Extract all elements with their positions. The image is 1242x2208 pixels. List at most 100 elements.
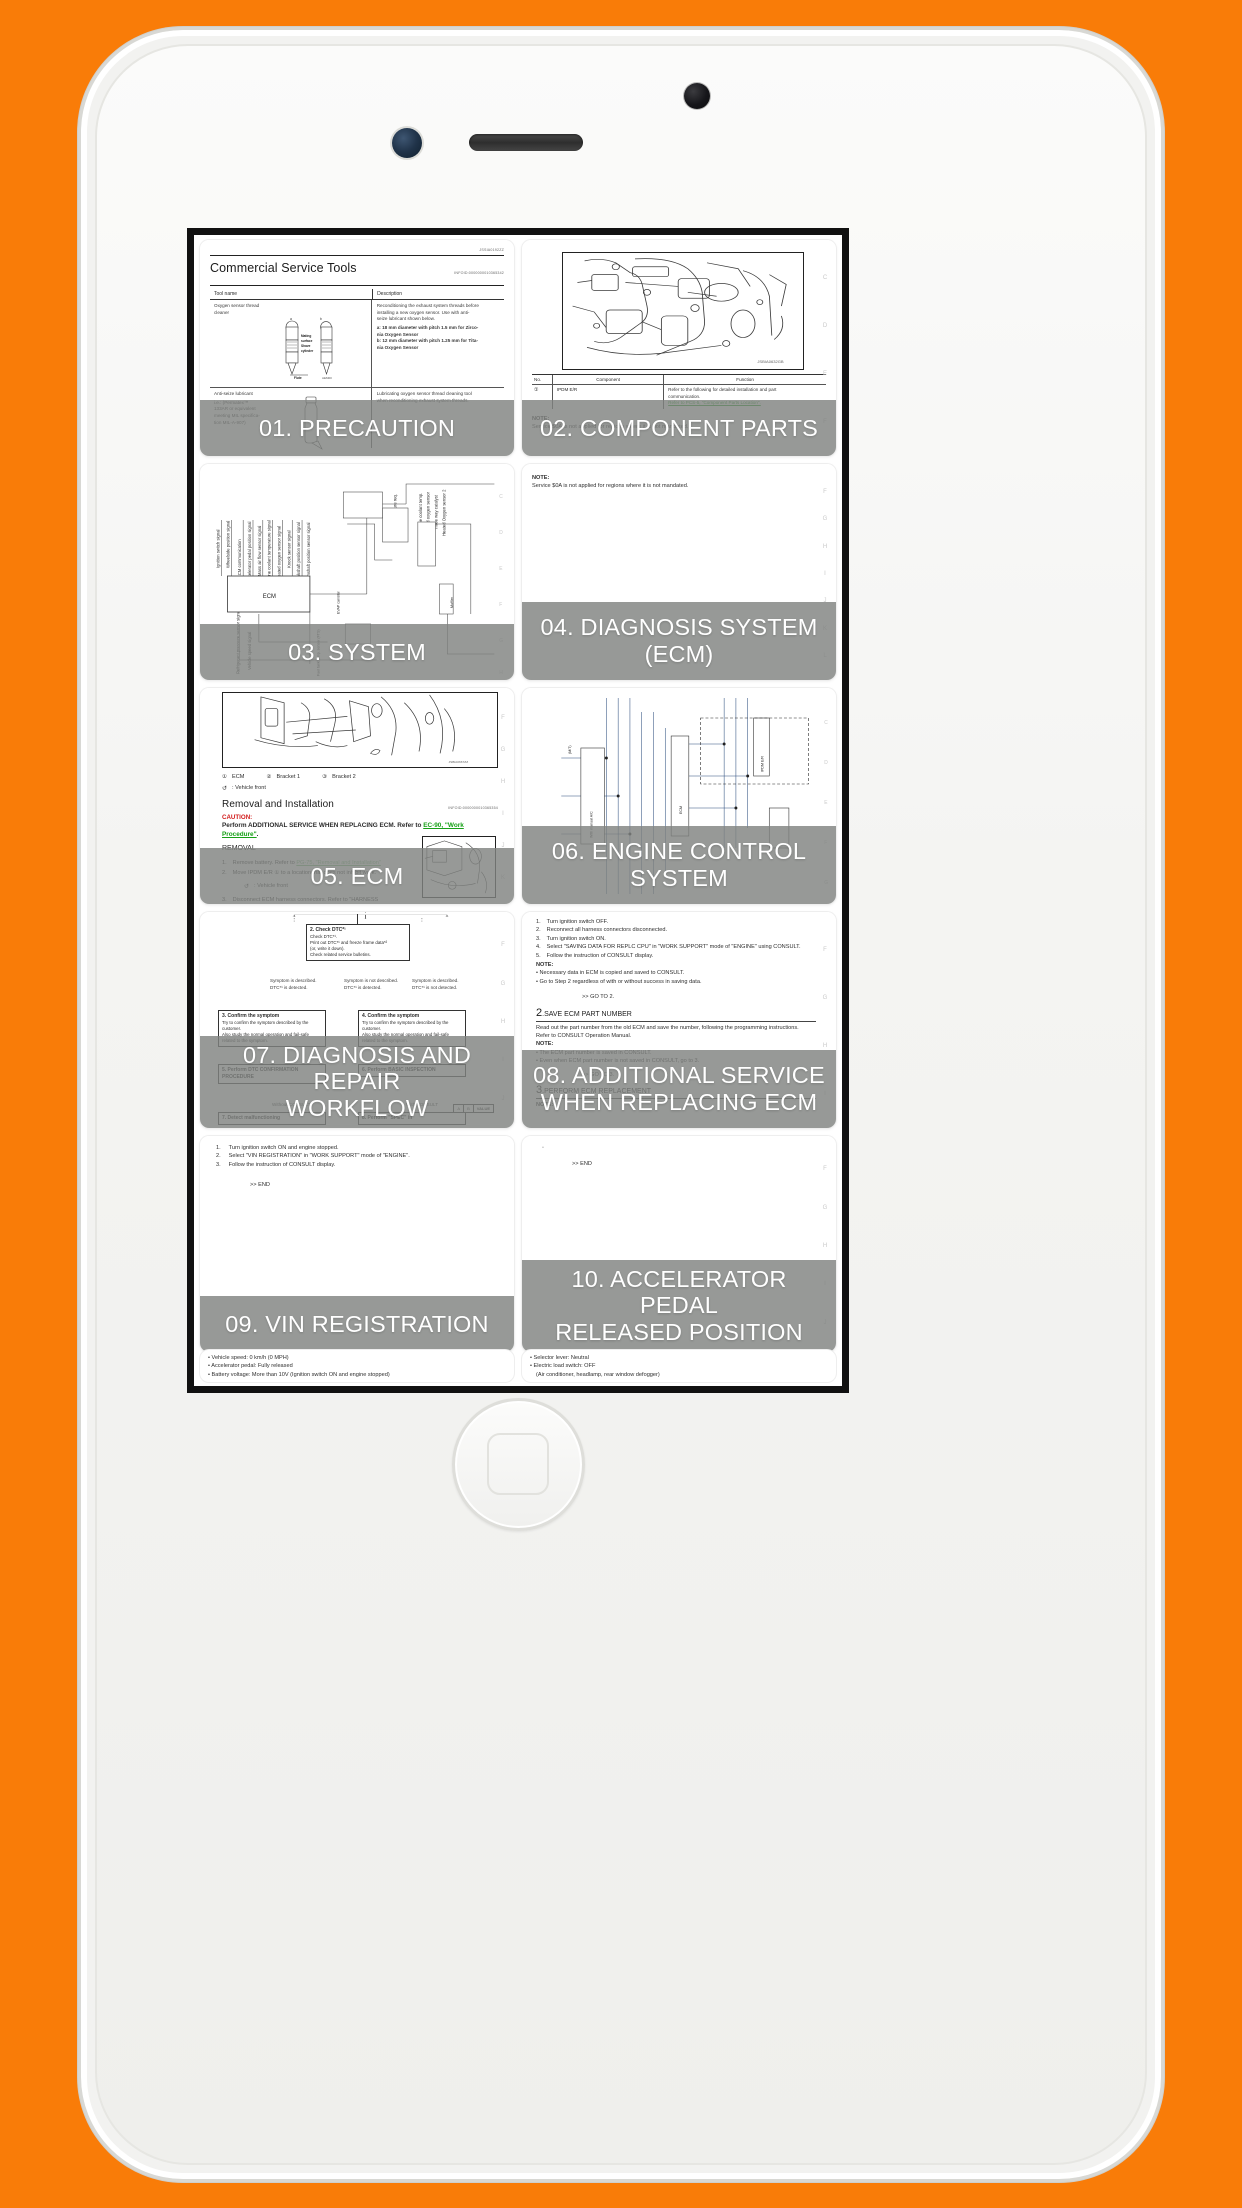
- section-card-01-precaution[interactable]: JSSIA0192ZZ Commercial Service Tools INF…: [200, 240, 514, 456]
- card-label-10[interactable]: 10. ACCELERATOR PEDAL RELEASED POSITION: [522, 1259, 836, 1352]
- card-label-09[interactable]: 09. VIN REGISTRATION: [200, 1296, 514, 1352]
- card-label-text-06: 06. ENGINE CONTROL SYSTEM: [552, 838, 806, 892]
- wp-step2-body-2: Refer to CONSULT Operation Manual.: [536, 1032, 632, 1039]
- vehicle-front-arrow-icon: ↺: [222, 786, 228, 793]
- rail-letter: H: [822, 543, 828, 550]
- home-button-inner-square: [487, 1433, 549, 1495]
- svg-text:surface: surface: [301, 339, 313, 343]
- wp-note-2: • Go to Step 2 regardless of with or wit…: [536, 978, 702, 985]
- section-card-06-engine-control-system[interactable]: ECM IPDM E/R With manual A/C (M/T) C D E…: [522, 688, 836, 904]
- wp-step-3: Turn ignition switch ON.: [546, 935, 606, 942]
- wp-step-4: Select "SAVING DATA FOR REPLC CPU" in "W…: [546, 944, 801, 951]
- vin-step-2: Select "VIN REGISTRATION" in "WORK SUPPO…: [228, 1153, 410, 1160]
- flow-title-3: 3. Confirm the symptom: [222, 1013, 280, 1019]
- flow-line: Try to confirm the symptom described by …: [222, 1019, 309, 1025]
- svg-text:Muffler: Muffler: [450, 596, 454, 608]
- card-label-line: 08. ADDITIONAL SERVICE: [533, 1062, 825, 1089]
- svg-text:Knock sensor signal: Knock sensor signal: [286, 530, 291, 568]
- svg-text:C: C: [824, 720, 828, 726]
- legend-text-1: ECM: [232, 774, 245, 780]
- figure-code-02: JSBIA0632GB: [757, 360, 784, 364]
- svg-text:E: E: [824, 800, 828, 806]
- card-label-line: 04. DIAGNOSIS SYSTEM: [540, 614, 818, 641]
- col-no: No.: [534, 377, 542, 382]
- edge-line: DTC*¹ is detected.: [344, 984, 382, 990]
- desc2-plain-1: Lubricating oxygen sensor thread cleanin…: [376, 391, 472, 396]
- section-card-08-additional-service-when-replacing-ecm[interactable]: 1. Turn ignition switch OFF. 2. Reconnect …: [522, 912, 836, 1128]
- strip-bullet-text: Battery voltage: More than 10V (Ignition…: [211, 1371, 390, 1378]
- card-label-06[interactable]: 06. ENGINE CONTROL SYSTEM: [522, 826, 836, 904]
- next-row-partial-cards: • Vehicle speed: 0 km/h (0 MPH) • Accele…: [194, 1350, 842, 1386]
- section-card-09-vin-registration[interactable]: 1. Turn ignition switch ON and engine sto…: [200, 1136, 514, 1352]
- wp-step-1: Turn ignition switch OFF.: [546, 919, 609, 925]
- edge-line: Symptom is not described.: [344, 978, 399, 983]
- wp-step2-note-label: NOTE:: [536, 1041, 554, 1048]
- rail-letter: I: [502, 811, 504, 817]
- rail-letter: F: [501, 715, 505, 721]
- home-button[interactable]: [452, 1398, 585, 1531]
- svg-text:Wheelside position signal: Wheelside position signal: [225, 521, 230, 568]
- card-label-05[interactable]: 05. ECM: [200, 848, 514, 904]
- card-label-text-02: 02. COMPONENT PARTS: [539, 414, 819, 441]
- card-label-01[interactable]: 01. PRECAUTION: [200, 400, 514, 456]
- card-label-text-09: 09. VIN REGISTRATION: [225, 1310, 489, 1337]
- card-label-text-03: 03. SYSTEM: [288, 638, 426, 665]
- card-label-02[interactable]: 02. COMPONENT PARTS: [522, 400, 836, 456]
- earpiece-speaker-icon: [469, 134, 583, 151]
- apr-end-marker: >> END: [572, 1161, 592, 1168]
- note-label-04: NOTE:: [532, 475, 550, 481]
- svg-text:Ignition switch signal: Ignition switch signal: [216, 529, 221, 568]
- svg-text:ECM communication: ECM communication: [237, 539, 242, 578]
- rail-letter: G: [500, 980, 506, 987]
- document-infoid-01: INFOID:0000000010365342: [454, 271, 504, 275]
- edge-line: Symptom is described.: [270, 978, 317, 983]
- svg-text:cylinder: cylinder: [301, 349, 314, 353]
- strip-bullet-r3: (Air conditioner, headlamp, rear window …: [536, 1371, 660, 1378]
- tool-name-row2-l0: Anti-seize lubricant: [214, 391, 253, 396]
- strip-bullet-text: Vehicle speed: 0 km/h (0 MPH): [211, 1355, 289, 1361]
- section-card-07-diagnosis-and-repair-workflow[interactable]: 2. Check DTC*¹ Check DTC*¹. Print out DT…: [200, 912, 514, 1128]
- flow-line: Try to confirm the symptom described by …: [362, 1019, 449, 1025]
- svg-text:Mass air flow sensor signal: Mass air flow sensor signal: [257, 526, 262, 576]
- rail-letter: F: [823, 1166, 827, 1173]
- legend-marker-1: ①: [222, 774, 228, 780]
- rail-letter: I: [824, 570, 826, 577]
- proximity-sensor-icon: [392, 128, 422, 158]
- svg-text:C: C: [499, 494, 503, 500]
- strip-bullet-l2: • Accelerator pedal: Fully released: [208, 1363, 293, 1370]
- card-label-line: 10. ACCELERATOR PEDAL: [571, 1265, 787, 1319]
- document-section-grid: JSSIA0192ZZ Commercial Service Tools INF…: [194, 235, 842, 1386]
- card-label-07[interactable]: 07. DIAGNOSIS AND REPAIR WORKFLOW: [200, 1035, 514, 1128]
- desc-plain-3: seize lubricant shown below.: [376, 316, 435, 322]
- phone-device-frame: JSSIA0192ZZ Commercial Service Tools INF…: [78, 27, 1164, 2182]
- figure-code-01: JSSIA0192ZZ: [479, 248, 504, 252]
- section-card-02-component-parts[interactable]: JSBIA0632GB No. Component Function ① IPD…: [522, 240, 836, 456]
- wp-note-text-1: Necessary data in ECM is copied and save…: [539, 970, 685, 977]
- section-card-03-system[interactable]: Ignition switch signal Wheelside positio…: [200, 464, 514, 680]
- row-func-l0: Refer to the following for detailed inst…: [668, 387, 777, 392]
- partial-card-left[interactable]: • Vehicle speed: 0 km/h (0 MPH) • Accele…: [200, 1350, 514, 1382]
- wp-step2-body-1: Read out the part number from the old EC…: [536, 1024, 799, 1031]
- card-label-04[interactable]: 04. DIAGNOSIS SYSTEM (ECM): [522, 602, 836, 680]
- card-label-08[interactable]: 08. ADDITIONAL SERVICE WHEN REPLACING EC…: [522, 1050, 836, 1128]
- strip-bullet-r1: • Selector lever: Neutral: [530, 1355, 589, 1361]
- section-card-05-ecm[interactable]: JSBIA0667ZZ ① ECM ② Bracket 1 ③ Bracket …: [200, 688, 514, 904]
- section-card-04-diagnosis-system-ecm[interactable]: NOTE: Service $0A is not applied for reg…: [522, 464, 836, 680]
- partial-card-right[interactable]: • Selector lever: Neutral • Electric loa…: [522, 1350, 836, 1382]
- rail-letter: F: [501, 942, 505, 949]
- vin-end-marker: >> END: [250, 1182, 270, 1189]
- card-label-text-08: 08. ADDITIONAL SERVICE WHEN REPLACING EC…: [533, 1062, 825, 1116]
- strip-bullet-text: Accelerator pedal: Fully released: [211, 1363, 293, 1370]
- rail-letter: G: [822, 516, 828, 523]
- desc-bold-3: b: 12 mm diameter with pitch 1.25 mm for…: [376, 338, 478, 344]
- rail-letter: G: [822, 1204, 828, 1211]
- desc-bold-4: nia Oxygen Sensor: [376, 344, 419, 350]
- legend-marker-3: ③: [322, 774, 328, 780]
- card-label-03[interactable]: 03. SYSTEM: [200, 624, 514, 680]
- section-card-10-accelerator-pedal-released-position[interactable]: • >> END F G H I J 10. ACCEL: [522, 1136, 836, 1352]
- svg-text:EVAP canister: EVAP canister: [336, 590, 340, 614]
- card-label-line: WHEN REPLACING ECM: [540, 1089, 818, 1115]
- rail-letter: D: [822, 323, 828, 329]
- card-label-text-05: 05. ECM: [310, 862, 404, 889]
- ecm-bracket-illustration: JSBIA0667ZZ: [254, 694, 468, 764]
